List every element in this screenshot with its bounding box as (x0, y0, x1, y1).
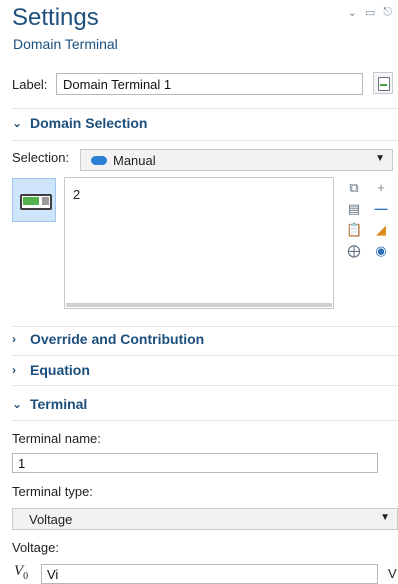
chevron-down-icon: ⌄ (12, 116, 23, 130)
clear-icon[interactable]: ◢ (373, 222, 389, 238)
divider (12, 355, 398, 356)
section-override-contribution[interactable]: › Override and Contribution (12, 331, 204, 347)
voltage-unit: V (388, 566, 397, 581)
add-icon[interactable]: + (373, 180, 389, 196)
paste-icon[interactable]: ▤ (346, 201, 362, 217)
section-domain-selection[interactable]: ⌄ Domain Selection (12, 115, 147, 131)
voltage-input[interactable] (41, 564, 378, 584)
page-subtitle: Domain Terminal (13, 36, 118, 52)
selection-list[interactable]: 2 (64, 177, 334, 309)
horizontal-scrollbar[interactable] (66, 303, 332, 307)
dropdown-arrow-icon: ▼ (375, 153, 385, 164)
divider (12, 108, 398, 109)
label-edit-button[interactable] (373, 72, 393, 94)
voltage-label: Voltage: (12, 540, 59, 555)
divider (12, 420, 398, 421)
list-item[interactable]: 2 (73, 187, 80, 202)
chevron-right-icon: › (12, 332, 16, 346)
pin-icon[interactable]: ⎋ (383, 6, 392, 19)
selection-dropdown[interactable]: Manual ▼ (80, 149, 393, 171)
label-caption: Label: (12, 76, 48, 92)
clipboard-icon[interactable]: 📋 (346, 222, 362, 238)
chevron-down-icon[interactable]: ⌄ (348, 6, 357, 19)
divider (12, 140, 398, 141)
dropdown-arrow-icon: ▼ (380, 512, 390, 523)
terminal-name-input[interactable] (12, 453, 378, 473)
terminal-type-value: Voltage (29, 511, 73, 527)
terminal-type-dropdown[interactable]: Voltage ▼ (12, 508, 398, 530)
manual-pill-icon (91, 155, 107, 165)
selection-row: Selection: (12, 150, 69, 165)
divider (12, 385, 398, 386)
voltage-symbol: V0 (14, 563, 29, 582)
section-title: Equation (30, 362, 90, 378)
label-row: Label: (12, 72, 392, 96)
toggle-switch-icon (20, 194, 52, 210)
terminal-name-label: Terminal name: (12, 431, 101, 446)
selection-caption: Selection: (12, 150, 70, 165)
divider (12, 326, 398, 327)
section-title: Override and Contribution (30, 331, 205, 347)
section-title: Domain Selection (30, 115, 148, 131)
show-icon[interactable]: ◉ (373, 243, 389, 259)
zoom-selection-icon[interactable]: ⨁ (346, 243, 362, 259)
activate-selection-toggle[interactable] (12, 178, 56, 222)
label-input[interactable] (56, 73, 363, 95)
chevron-right-icon: › (12, 363, 16, 377)
section-equation[interactable]: › Equation (12, 362, 90, 378)
section-title: Terminal (30, 396, 88, 412)
window-controls: ⌄ ▭ ⎋ (348, 6, 392, 19)
page-title: Settings (12, 4, 99, 31)
copy-icon[interactable]: ⧉ (346, 180, 362, 196)
maximize-icon[interactable]: ▭ (365, 6, 375, 19)
terminal-type-label: Terminal type: (12, 484, 93, 499)
selection-value: Manual (113, 152, 156, 168)
remove-icon[interactable]: — (373, 201, 389, 217)
section-terminal[interactable]: ⌄ Terminal (12, 396, 87, 412)
chevron-down-icon: ⌄ (12, 397, 23, 411)
